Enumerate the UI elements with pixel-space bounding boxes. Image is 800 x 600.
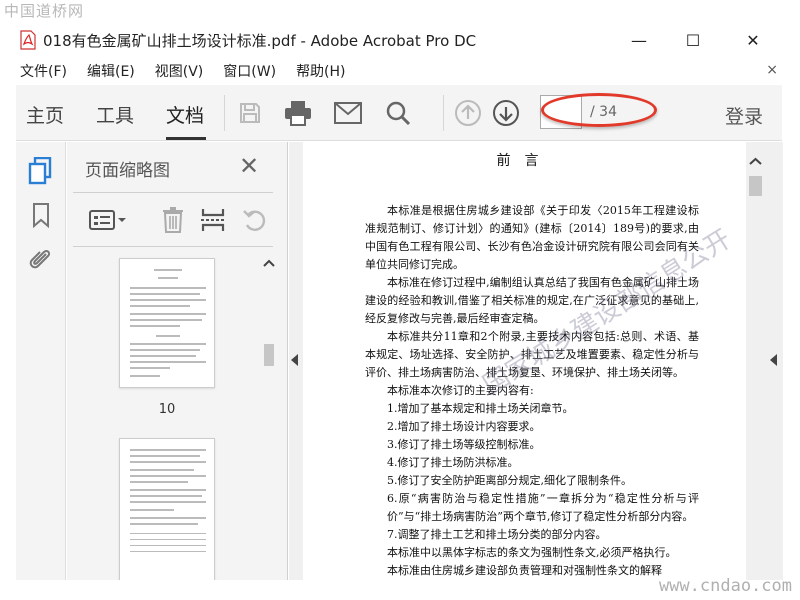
panel-divider <box>73 192 273 193</box>
next-page-icon[interactable] <box>490 97 522 129</box>
document-list-item: 2.增加了排土场设计内容要求。 <box>387 420 541 433</box>
document-body: 本标准是根据住房城乡建设部《关于印发〈2015年工程建设标准规范制订、修订计划〉… <box>365 202 699 580</box>
page-thumbnails-panel: 页面缩略图 ✕ 10 <box>67 142 288 580</box>
prev-page-icon[interactable] <box>452 97 484 129</box>
site-watermark: 中国道桥网 <box>4 2 85 20</box>
page-options-icon[interactable] <box>87 204 129 236</box>
right-panel-expand[interactable] <box>765 142 783 580</box>
document-list-item: 1.增加了基本规定和排土场关闭章节。 <box>387 402 574 415</box>
close-document-button[interactable]: × <box>766 62 778 78</box>
document-paragraph: 本标准本次修订的主要内容有: <box>387 384 534 397</box>
page-thumbnail-11[interactable] <box>119 438 215 580</box>
highlight-annotation-oval <box>541 93 657 127</box>
document-list-item: 3.修订了排土场等级控制标准。 <box>387 438 541 451</box>
thumbnail-scrollbar[interactable] <box>260 254 278 580</box>
document-list-item: 6.原“病害防治与稳定性措施”一章拆分为“稳定性分析与评价”与“排土场病害防治”… <box>387 492 699 523</box>
maximize-icon: ☐ <box>685 30 701 50</box>
tab-document[interactable]: 文档 <box>166 101 204 128</box>
minimize-icon: — <box>631 30 647 50</box>
insert-page-icon[interactable] <box>197 204 229 236</box>
page-thumbnail-10[interactable] <box>119 258 215 388</box>
document-paragraph: 本标准由住房城乡建设部负责管理和对强制性条文的解释 <box>387 564 662 577</box>
panel-close-icon[interactable]: ✕ <box>239 152 259 180</box>
document-paragraph: 本标准中以黑体字标志的条文为强制性条文,必须严格执行。 <box>387 546 677 559</box>
bookmark-icon[interactable] <box>26 200 56 230</box>
main-toolbar: 主页 工具 文档 / 34 登录 <box>16 85 782 141</box>
left-navigation-rail <box>16 142 66 580</box>
email-icon[interactable] <box>332 97 364 129</box>
menu-help[interactable]: 帮助(H) <box>296 61 345 81</box>
tab-home[interactable]: 主页 <box>26 101 64 128</box>
minimize-button[interactable]: — <box>616 24 662 56</box>
document-list-item: 7.调整了排土工艺和排土场分类的部分内容。 <box>387 528 607 541</box>
document-heading: 前言 <box>496 153 553 169</box>
collapse-left-arrow-icon <box>291 354 298 366</box>
window-title: 018有色金属矿山排土场设计标准.pdf - Adobe Acrobat Pro… <box>43 32 477 50</box>
rotate-icon[interactable] <box>239 204 271 236</box>
url-watermark: www.cndao.com <box>658 576 792 596</box>
pdf-file-icon <box>20 30 36 50</box>
document-scrollbar[interactable] <box>746 142 765 580</box>
menu-edit[interactable]: 编辑(E) <box>87 61 135 81</box>
document-scrollbar-thumb[interactable] <box>749 176 762 196</box>
thumbnail-page-label: 10 <box>158 402 176 417</box>
print-icon[interactable] <box>282 97 314 129</box>
scroll-up-icon[interactable] <box>260 258 278 270</box>
panel-divider-2 <box>73 246 273 247</box>
document-list-item: 5.修订了安全防护距离部分规定,细化了限制条件。 <box>387 474 632 487</box>
login-button[interactable]: 登录 <box>725 102 763 129</box>
document-page: 前言 本标准是根据住房城乡建设部《关于印发〈2015年工程建设标准规范制订、修订… <box>303 142 746 580</box>
page-thumbnails-icon[interactable] <box>26 156 56 186</box>
attachment-icon[interactable] <box>26 244 56 274</box>
panel-toolbar <box>67 200 287 240</box>
menu-view[interactable]: 视图(V) <box>155 61 204 81</box>
left-panel-collapse[interactable] <box>289 142 303 580</box>
tab-tools[interactable]: 工具 <box>96 101 134 128</box>
scroll-up-icon[interactable] <box>746 156 765 168</box>
toolbar-divider <box>224 95 225 131</box>
search-icon[interactable] <box>382 97 414 129</box>
toolbar-divider-2 <box>443 95 444 131</box>
document-list-item: 4.修订了排土场防洪标准。 <box>387 456 519 469</box>
close-window-button[interactable]: ✕ <box>730 24 776 56</box>
expand-right-arrow-icon <box>770 354 777 366</box>
thumbnail-list: 10 <box>67 250 287 580</box>
delete-icon[interactable] <box>157 204 189 236</box>
maximize-button[interactable]: ☐ <box>670 24 716 56</box>
active-tab-indicator <box>166 137 206 140</box>
save-icon[interactable] <box>234 97 266 129</box>
menu-file[interactable]: 文件(F) <box>20 61 67 81</box>
menu-bar: 文件(F) 编辑(E) 视图(V) 窗口(W) 帮助(H) × <box>0 58 800 84</box>
scrollbar-thumb[interactable] <box>264 344 274 366</box>
close-icon: ✕ <box>746 30 760 50</box>
title-bar: 018有色金属矿山排土场设计标准.pdf - Adobe Acrobat Pro… <box>0 24 800 56</box>
panel-title: 页面缩略图 <box>85 161 170 181</box>
menu-window[interactable]: 窗口(W) <box>223 61 276 81</box>
